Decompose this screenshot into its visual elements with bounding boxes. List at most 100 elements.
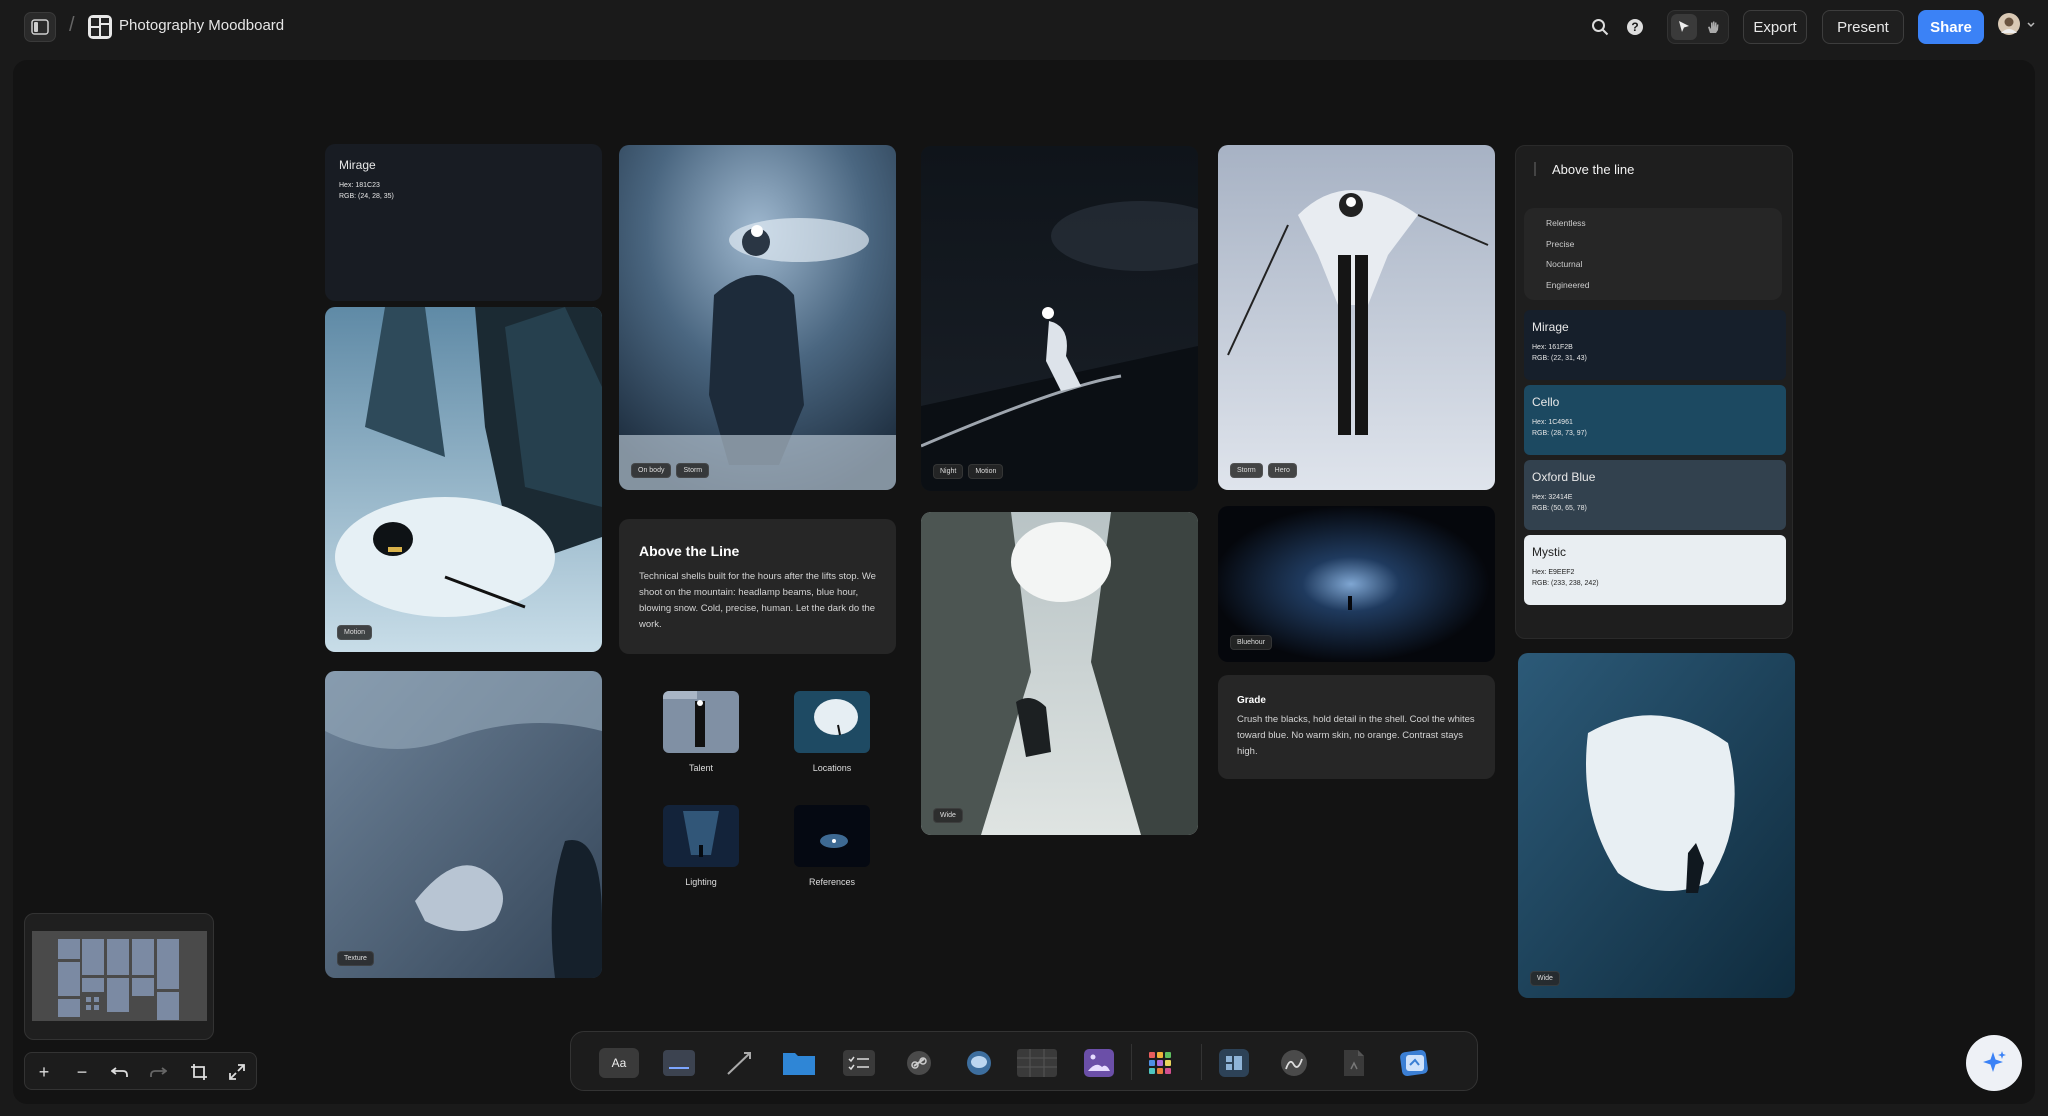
line-tool-button[interactable] [719,1048,759,1078]
photo-ice-cave[interactable]: Wide [1518,653,1795,998]
swatch-name: Mirage [1532,320,1569,334]
board-icon [88,15,112,39]
note-above-the-line[interactable]: Above the Line Technical shells built fo… [619,519,896,654]
help-button[interactable]: ? [1624,16,1646,38]
swatch-cello[interactable]: Cello Hex: 1C4961 RGB: (28, 73, 97) [1524,385,1786,455]
ice-cave-image [1518,653,1795,998]
folder-lighting[interactable]: Lighting [636,805,766,887]
line-tool-icon [727,1052,751,1075]
sidebar-toggle-button[interactable] [24,12,56,42]
tag: Storm [676,463,710,478]
minimap[interactable] [24,913,214,1040]
checklist-tool-button[interactable] [839,1048,879,1078]
ai-assist-button[interactable] [1966,1035,2022,1091]
export-button[interactable]: Export [1743,10,1807,44]
select-tool-button[interactable] [1671,14,1697,40]
search-button[interactable] [1589,16,1611,38]
photo-ice-texture[interactable]: Texture [325,671,602,978]
tag-list: Bluehour [1230,635,1273,650]
board-tool-icon [1219,1049,1249,1077]
folder-icon [663,691,739,753]
tag: Motion [968,464,1004,479]
keyword: Relentless [1546,218,1586,228]
avatar [1998,13,2035,35]
comment-tool-button[interactable] [959,1048,999,1078]
palette-card[interactable]: Above the line Relentless Precise Noctur… [1515,145,1793,639]
photo-couloir[interactable]: Wide [921,512,1198,835]
photo-night-ski[interactable]: Night Motion [921,146,1198,491]
note-tool-button[interactable] [659,1048,699,1078]
expand-icon [229,1064,245,1080]
folder-tool-icon [783,1053,815,1075]
swatch-name: Mystic [1532,545,1566,559]
photo-bluehour[interactable]: Bluehour [1218,506,1495,662]
file-tool-button[interactable] [1334,1048,1374,1078]
palette-title-marker [1534,162,1536,176]
folder-icon [794,691,870,753]
photo-powder-skier[interactable]: Motion [325,307,602,652]
tag-list: Wide [1530,971,1560,986]
link-tool-button[interactable] [899,1048,939,1078]
keyword: Precise [1546,238,1575,249]
fit-to-screen-button[interactable] [186,1059,212,1085]
hand-tool-button[interactable] [1700,14,1726,40]
swatch-hex: Hex: 161F2B [1532,344,1573,351]
redo-button[interactable] [145,1059,171,1085]
folder-label: Lighting [685,877,717,887]
table-tool-button[interactable] [1017,1048,1057,1078]
sketch-tool-button[interactable] [1274,1048,1314,1078]
apps-tool-button[interactable] [1140,1048,1180,1078]
color-card-mirage[interactable]: Mirage Hex: 181C23 RGB: (24, 28, 35) [325,144,602,301]
upload-tool-button[interactable] [1394,1048,1434,1078]
folder-references[interactable]: References [767,805,897,887]
zoom-in-button[interactable]: + [31,1059,57,1085]
tag: Night [933,464,964,479]
swatch-name: Mirage [339,158,376,172]
tag: On body [631,463,672,478]
powder-skier-image [325,307,602,652]
photo-storm-hero[interactable]: Storm Hero [1218,145,1495,490]
swatch-mystic[interactable]: Mystic Hex: E9EEF2 RGB: (233, 238, 242) [1524,535,1786,605]
user-menu[interactable] [1998,13,2038,39]
tag: Bluehour [1230,635,1273,650]
zoom-out-button[interactable]: − [69,1059,95,1085]
text-tool-icon: Aa [611,1056,627,1070]
undo-icon [111,1067,128,1077]
tag-list: Wide [933,808,963,823]
image-tool-button[interactable] [1079,1048,1119,1078]
folder-label: Talent [688,763,714,773]
toolbar-divider [1201,1044,1202,1080]
folder-tool-button[interactable] [779,1048,819,1078]
folder-locations[interactable]: Locations [767,691,897,773]
swatch-rgb: RGB: (28, 73, 97) [1532,430,1587,437]
tag-list: Motion [337,625,373,640]
board-tool-button[interactable] [1214,1048,1254,1078]
hand-icon [1708,21,1719,33]
swatch-name: Cello [1532,395,1560,409]
note-grade[interactable]: Grade Crush the blacks, hold detail in t… [1218,675,1495,779]
share-button[interactable]: Share [1918,10,1984,44]
tag: Texture [337,951,374,966]
swatch-oxford-blue[interactable]: Oxford Blue Hex: 32414E RGB: (50, 65, 78… [1524,460,1786,530]
undo-button[interactable] [107,1059,133,1085]
night-ski-image [921,146,1198,491]
tag: Wide [1530,971,1560,986]
swatch-mirage[interactable]: Mirage Hex: 161F2B RGB: (22, 31, 43) [1524,310,1786,380]
cursor-arrow-icon [1679,21,1689,32]
folder-talent[interactable]: Talent [636,691,766,773]
note-title: Above the Line [639,543,740,559]
minimap-preview [32,931,207,1021]
palette-title: Above the line [1552,162,1635,177]
note-body: Technical shells built for the hours aft… [639,571,876,630]
board-title[interactable]: Photography Moodboard [119,17,284,34]
file-tool-icon [1344,1050,1364,1076]
photo-headlamp-storm[interactable]: On body Storm [619,145,896,490]
text-tool-button[interactable]: Aa [599,1048,639,1078]
table-tool-icon [1017,1049,1057,1077]
search-icon [1592,19,1609,36]
board-canvas[interactable]: Mirage Hex: 181C23 RGB: (24, 28, 35) Mot… [13,60,2035,1104]
breadcrumb-separator: / [69,14,75,36]
fullscreen-button[interactable] [224,1059,250,1085]
present-button[interactable]: Present [1822,10,1904,44]
top-bar: / Photography Moodboard ? Export Present… [0,0,2048,56]
